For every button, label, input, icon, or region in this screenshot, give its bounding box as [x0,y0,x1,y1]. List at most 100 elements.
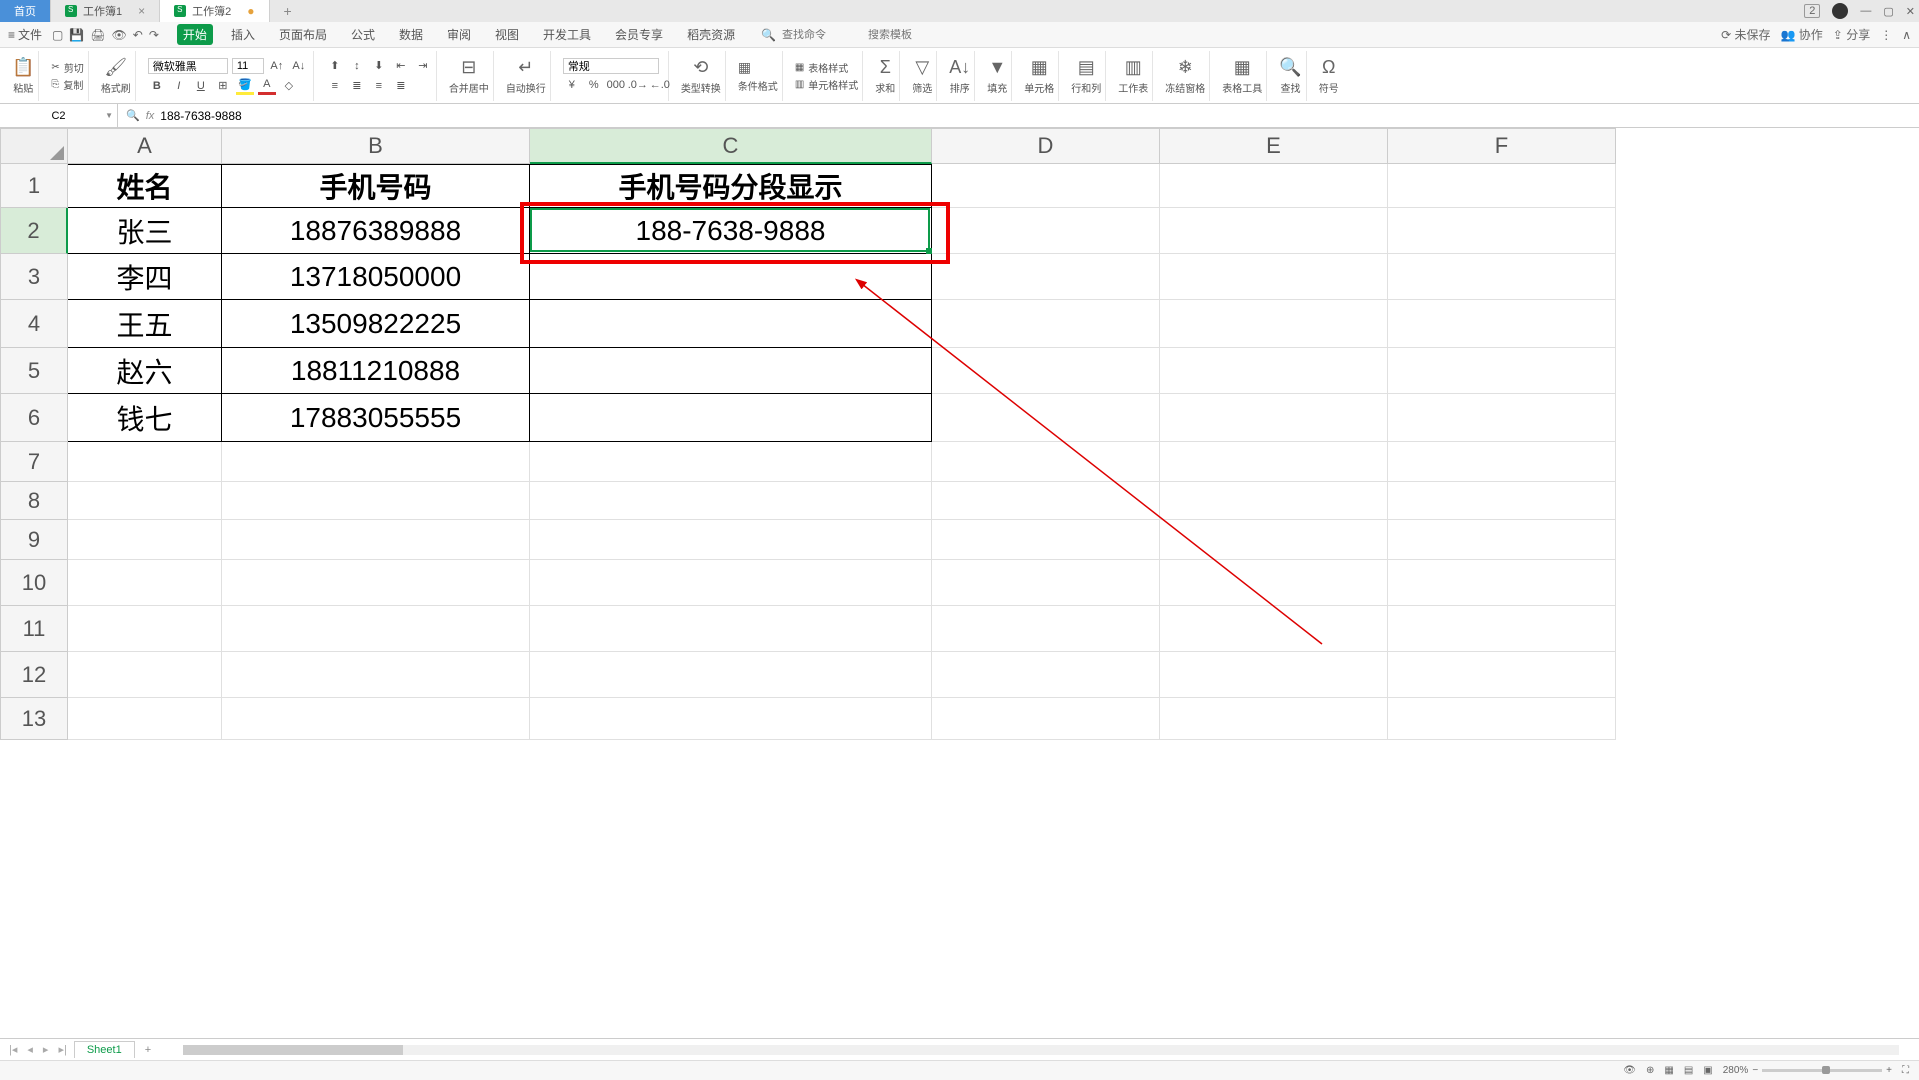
ribbontab-docer[interactable]: 稻壳资源 [681,24,741,45]
zoom-in-icon[interactable]: + [1886,1065,1892,1076]
cell-B10[interactable] [222,560,530,606]
find-icon[interactable]: 🔍 [1279,57,1301,78]
view-normal-icon[interactable]: ▦ [1664,1065,1673,1076]
cell-F1[interactable] [1388,164,1616,208]
merge-icon[interactable]: ⊟ [461,57,476,78]
ribbontab-insert[interactable]: 插入 [225,24,261,45]
more-icon[interactable]: ⋮ [1880,28,1892,42]
cell-F12[interactable] [1388,652,1616,698]
formula-input[interactable] [160,109,1911,123]
cell-B4[interactable]: 13509822225 [222,300,530,348]
sheet-nav-last[interactable]: ▸| [55,1043,69,1056]
wrap-icon[interactable]: ↵ [518,57,533,78]
cell-B2[interactable]: 18876389888 [222,208,530,254]
cell-F7[interactable] [1388,442,1616,482]
cell-B9[interactable] [222,520,530,560]
cell-F8[interactable] [1388,482,1616,520]
row-header-3[interactable]: 3 [0,254,68,300]
tabletools-icon[interactable]: ▦ [1234,57,1251,78]
qat-new-icon[interactable]: ▢ [52,28,63,42]
align-left-icon[interactable]: ≡ [326,77,344,95]
scrollbar-thumb[interactable] [183,1045,403,1055]
row-header-4[interactable]: 4 [0,300,68,348]
cell-D2[interactable] [932,208,1160,254]
sheet-nav-prev[interactable]: ◂ [24,1043,36,1056]
zoom-out-icon[interactable]: − [1752,1065,1758,1076]
format-painter-label[interactable]: 格式刷 [101,80,131,95]
freeze-icon[interactable]: ❄ [1178,57,1193,78]
cell-A2[interactable]: 张三 [68,208,222,254]
target-icon[interactable]: ⊕ [1646,1065,1654,1076]
bold-icon[interactable]: B [148,77,166,95]
cell-F5[interactable] [1388,348,1616,394]
window-min-icon[interactable]: — [1860,5,1871,17]
convert-icon[interactable]: ⟲ [693,57,708,78]
chevron-down-icon[interactable]: ▼ [105,111,113,120]
worksheet-icon[interactable]: ▥ [1125,57,1142,78]
currency-icon[interactable]: ¥ [563,76,581,94]
fx-icon[interactable]: fx [146,110,155,122]
cell-F11[interactable] [1388,606,1616,652]
col-header-D[interactable]: D [932,128,1160,164]
ribbontab-start[interactable]: 开始 [177,24,213,45]
symbol-icon[interactable]: Ω [1322,57,1335,78]
cell-D13[interactable] [932,698,1160,740]
window-close-icon[interactable]: ✕ [1906,5,1915,18]
col-header-C[interactable]: C [530,128,932,164]
share-button[interactable]: ⇪ 分享 [1833,26,1870,43]
search-template-input[interactable] [868,29,948,41]
cell-A1[interactable]: 姓名 [68,164,222,208]
view-break-icon[interactable]: ▣ [1703,1065,1712,1076]
align-top-icon[interactable]: ⬆ [326,57,344,75]
cell-F9[interactable] [1388,520,1616,560]
close-icon[interactable]: × [138,4,145,18]
select-all-corner[interactable] [0,128,68,164]
eye-icon[interactable]: 👁 [1623,1065,1636,1076]
font-select[interactable] [148,58,228,74]
dec-dec-icon[interactable]: ←.0 [651,76,669,94]
cell-D1[interactable] [932,164,1160,208]
ribbontab-formula[interactable]: 公式 [345,24,381,45]
row-header-1[interactable]: 1 [0,164,68,208]
tab-workbook1[interactable]: 工作簿1× [51,0,160,22]
tab-workbook2[interactable]: 工作簿2● [160,0,269,22]
name-box[interactable]: C2▼ [0,104,118,127]
format-painter-icon[interactable]: 🖌 [104,57,127,78]
cell-B11[interactable] [222,606,530,652]
collapse-ribbon-icon[interactable]: ∧ [1902,28,1911,42]
copy-button[interactable]: ⎘复制 [51,77,83,92]
cell-A9[interactable] [68,520,222,560]
unsaved-indicator[interactable]: ⟳ 未保存 [1721,26,1770,43]
cell-A6[interactable]: 钱七 [68,394,222,442]
cell-B6[interactable]: 17883055555 [222,394,530,442]
number-format-select[interactable] [563,58,659,74]
qat-print-icon[interactable]: 🖨 [90,28,105,42]
row-header-7[interactable]: 7 [0,442,68,482]
col-header-A[interactable]: A [68,128,222,164]
row-header-8[interactable]: 8 [0,482,68,520]
row-header-5[interactable]: 5 [0,348,68,394]
cut-button[interactable]: ✂剪切 [51,60,83,75]
align-middle-icon[interactable]: ↕ [348,57,366,75]
sheet-add-button[interactable]: + [139,1044,157,1056]
qat-save-icon[interactable]: 💾 [69,28,84,42]
paste-icon[interactable]: 📋 [12,57,34,78]
align-right-icon[interactable]: ≡ [370,77,388,95]
shrink-font-icon[interactable]: A↓ [290,57,308,75]
row-header-11[interactable]: 11 [0,606,68,652]
italic-icon[interactable]: I [170,77,188,95]
sort-icon[interactable]: A↓ [949,57,970,78]
cell-C13[interactable] [530,698,932,740]
fontsize-select[interactable] [232,58,264,74]
paste-label[interactable]: 粘贴 [13,80,33,95]
comma-icon[interactable]: 000 [607,76,625,94]
ribbontab-layout[interactable]: 页面布局 [273,24,333,45]
percent-icon[interactable]: % [585,76,603,94]
cell-A10[interactable] [68,560,222,606]
ribbontab-view[interactable]: 视图 [489,24,525,45]
fullscreen-icon[interactable]: ⛶ [1902,1065,1909,1076]
underline-icon[interactable]: U [192,77,210,95]
cell-F6[interactable] [1388,394,1616,442]
cell-F4[interactable] [1388,300,1616,348]
fill-icon[interactable]: ▼ [988,57,1006,78]
